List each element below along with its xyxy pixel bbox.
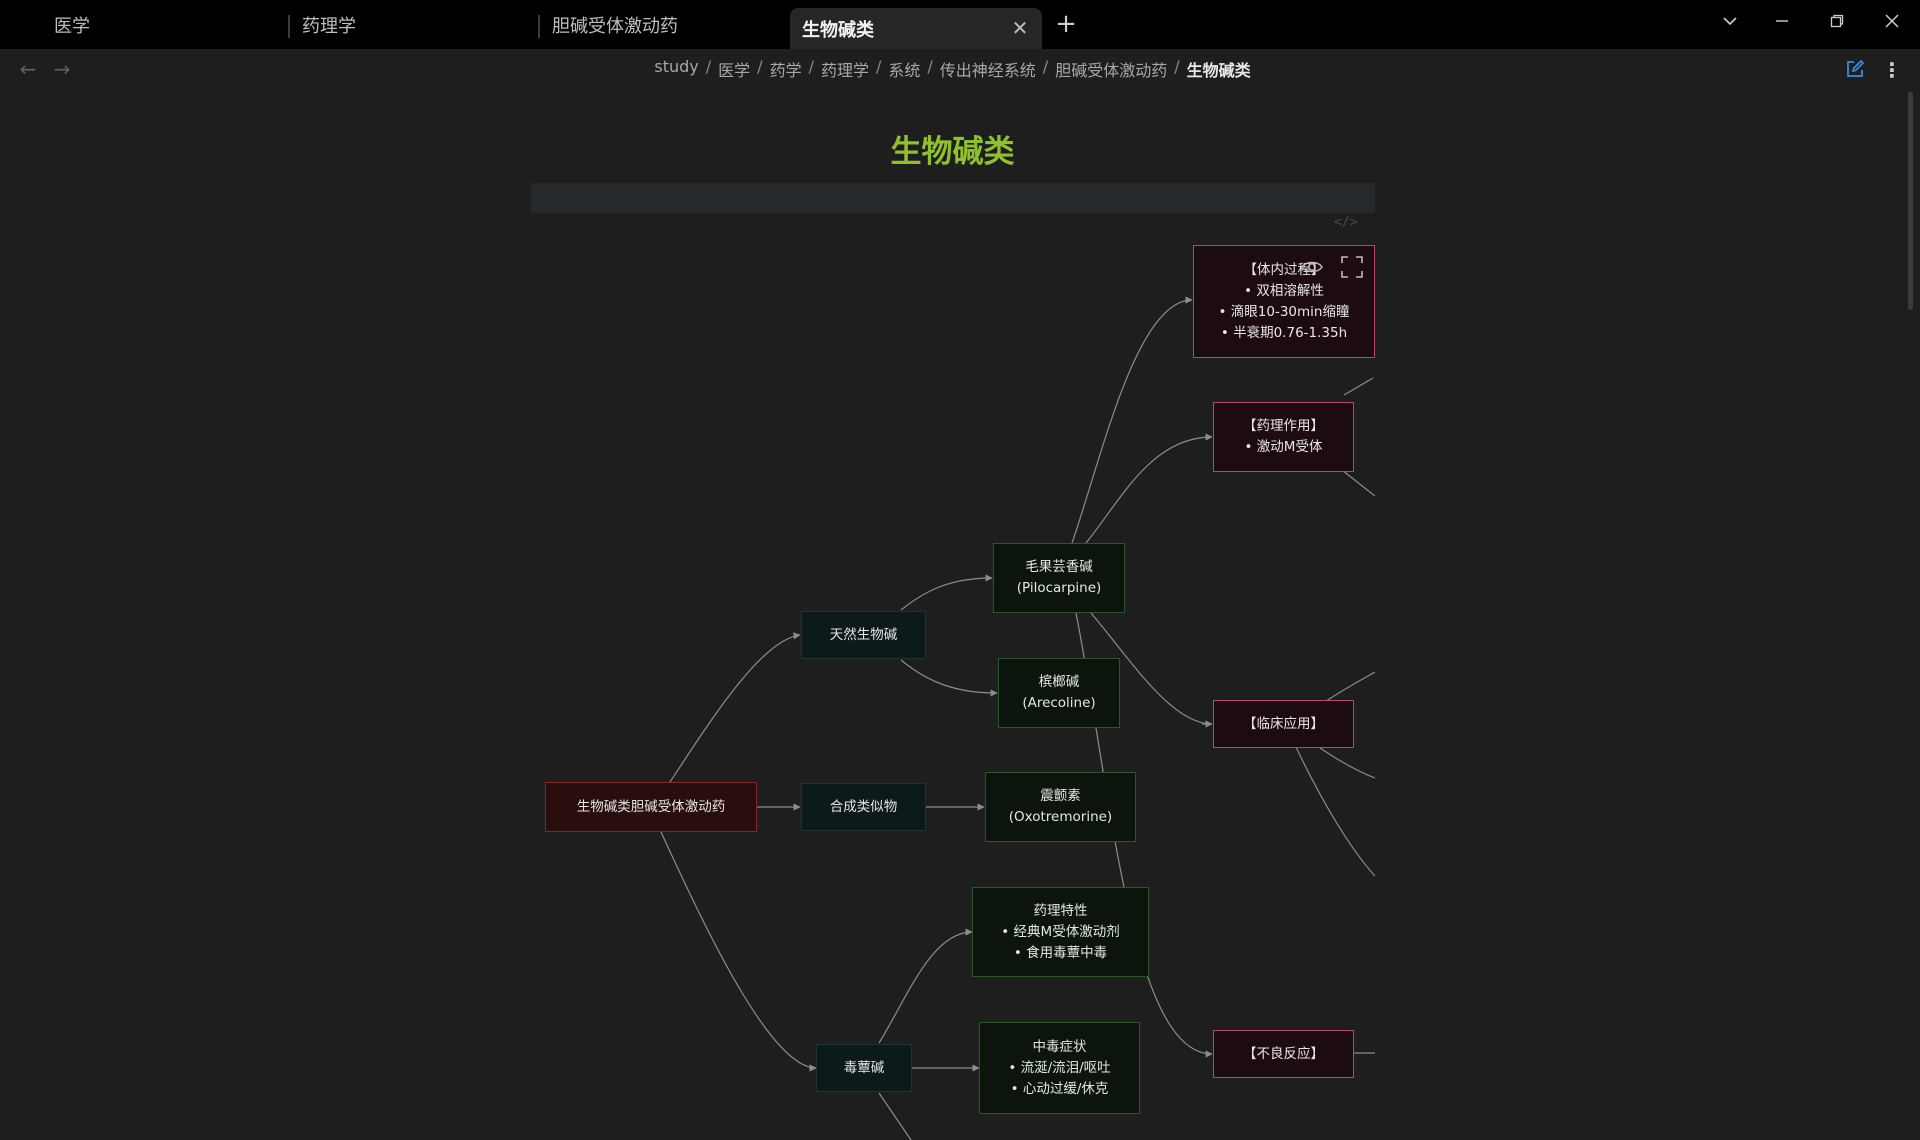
node-item: • 双相溶解性 — [1244, 282, 1324, 299]
node-label: 天然生物碱 — [829, 626, 898, 643]
tab-cholinergic-agonists[interactable]: 胆碱受体激动药 — [538, 0, 788, 49]
node-poisoning-symptoms[interactable]: 中毒症状 • 流涎/流泪/呕吐 • 心动过缓/休克 — [979, 1022, 1140, 1114]
node-oxotremorine[interactable]: 震颤素 (Oxotremorine) — [985, 772, 1136, 842]
tab-label: 医学 — [54, 15, 90, 37]
close-icon[interactable]: ✕ — [1006, 14, 1034, 42]
node-item: • 半衰期0.76-1.35h — [1220, 324, 1348, 341]
tab-medicine[interactable]: 医学 — [40, 0, 290, 49]
node-label: 药理特性 — [1033, 902, 1088, 919]
restore-icon[interactable] — [1821, 10, 1853, 38]
tab-separator — [288, 15, 290, 38]
node-label-en: (Oxotremorine) — [1008, 809, 1113, 825]
breadcrumb-item[interactable]: 医学 — [718, 57, 750, 83]
tab-label: 生物碱类 — [802, 19, 874, 41]
node-item: • 激动M受体 — [1244, 439, 1323, 455]
node-label: 震颤素 — [1040, 788, 1081, 804]
node-item: • 经典M受体激动剂 — [1001, 923, 1120, 940]
breadcrumb-item[interactable]: 传出神经系统 — [940, 57, 1036, 83]
breadcrumb-item[interactable]: 药理学 — [821, 57, 869, 83]
chevron-down-icon[interactable] — [1714, 10, 1746, 38]
breadcrumb-item[interactable]: 胆碱受体激动药 — [1055, 57, 1167, 83]
page-title: 生物碱类 — [890, 134, 1015, 170]
eye-icon[interactable] — [1299, 254, 1325, 280]
edit-icon[interactable] — [1844, 58, 1868, 82]
node-muscarine[interactable]: 毒蕈碱 — [816, 1044, 912, 1092]
breadcrumb-item[interactable]: study — [654, 57, 698, 83]
code-tag-icon[interactable]: </> — [1334, 215, 1357, 230]
node-label: 毛果芸香碱 — [1025, 559, 1093, 575]
node-item: • 心动过缓/休克 — [1010, 1080, 1109, 1097]
node-root[interactable]: 生物碱类胆碱受体激动药 — [545, 782, 757, 832]
window-close-icon[interactable] — [1876, 10, 1908, 38]
node-item: • 流涎/流泪/呕吐 — [1008, 1059, 1111, 1076]
node-adverse-reactions[interactable]: 【不良反应】 — [1213, 1030, 1354, 1078]
minimize-icon[interactable] — [1766, 10, 1798, 38]
node-item: • 食用毒蕈中毒 — [1013, 944, 1108, 961]
tab-pharmacology[interactable]: 药理学 — [288, 0, 538, 49]
node-label: 槟榔碱 — [1038, 674, 1080, 690]
node-item: • 滴眼10-30min缩瞳 — [1218, 303, 1350, 320]
node-label: 【不良反应】 — [1243, 1045, 1324, 1062]
tab-label: 胆碱受体激动药 — [552, 15, 678, 37]
breadcrumb-item[interactable]: 系统 — [888, 57, 920, 83]
node-pharmacological-properties[interactable]: 药理特性 • 经典M受体激动剂 • 食用毒蕈中毒 — [972, 887, 1149, 977]
node-label-en: (Pilocarpine) — [1016, 580, 1102, 596]
mindmap: 生物碱类胆碱受体激动药 天然生物碱 合成类似物 毒蕈碱 毛果芸香碱 (Piloc… — [531, 230, 1375, 1140]
tab-alkaloids[interactable]: 生物碱类 ✕ — [790, 8, 1042, 49]
tab-label: 药理学 — [302, 15, 356, 37]
plus-icon[interactable]: + — [1052, 10, 1080, 38]
tab-bar: 医学 药理学 胆碱受体激动药 生物碱类 ✕ + — [0, 0, 1920, 49]
node-natural-alkaloids[interactable]: 天然生物碱 — [801, 611, 926, 659]
node-label: 【临床应用】 — [1243, 715, 1324, 732]
node-label: 生物碱类胆碱受体激动药 — [576, 798, 726, 815]
mindmap-edges — [660, 296, 1375, 1140]
node-label-en: (Arecoline) — [1022, 695, 1096, 711]
node-pilocarpine[interactable]: 毛果芸香碱 (Pilocarpine) — [993, 543, 1125, 613]
breadcrumb-item[interactable]: 药学 — [770, 57, 802, 83]
node-label: 合成类似物 — [829, 798, 898, 815]
tab-separator — [538, 15, 540, 38]
node-clinical-application[interactable]: 【临床应用】 — [1213, 700, 1354, 748]
fullscreen-icon[interactable] — [1339, 254, 1365, 280]
node-arecoline[interactable]: 槟榔碱 (Arecoline) — [998, 658, 1120, 728]
breadcrumb-current: 生物碱类 — [1186, 61, 1251, 80]
code-block-bar — [531, 183, 1375, 213]
node-synthetic-analogs[interactable]: 合成类似物 — [801, 783, 926, 831]
node-pharmacological-action[interactable]: 【药理作用】 • 激动M受体 — [1213, 402, 1354, 472]
node-label: 毒蕈碱 — [843, 1059, 885, 1076]
breadcrumb: study / 医学 / 药学 / 药理学 / 系统 / 传出神经系统 / 胆碱受体激动药 /… — [0, 57, 1905, 83]
more-vertical-icon[interactable]: ⋮ — [1880, 56, 1904, 84]
node-label: 中毒症状 — [1032, 1038, 1087, 1055]
node-label: 【药理作用】 — [1243, 418, 1324, 434]
scrollbar[interactable] — [1908, 92, 1913, 310]
